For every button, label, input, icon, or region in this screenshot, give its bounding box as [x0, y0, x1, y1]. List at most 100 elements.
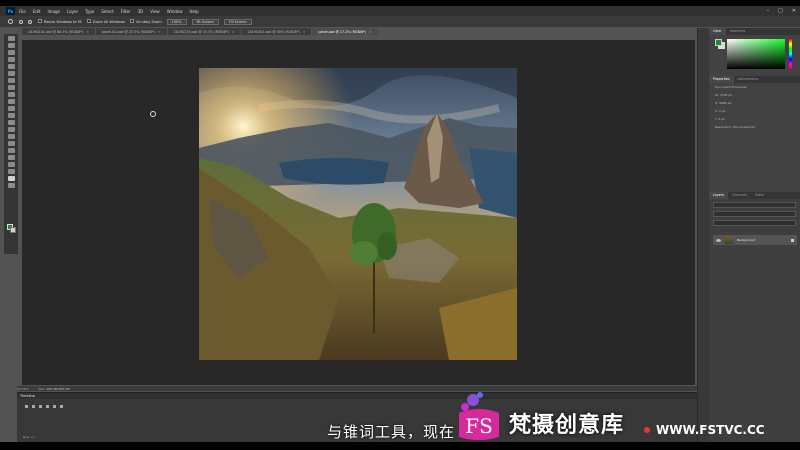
menu-help[interactable]: Help: [189, 9, 198, 14]
panel-dock-strip: [697, 28, 709, 442]
path-select-icon[interactable]: [7, 155, 15, 160]
background-color-swatch[interactable]: [10, 227, 16, 233]
photoshop-window: Ps File Edit Image Layer Type Select Fil…: [0, 0, 800, 450]
maximize-button[interactable]: □: [778, 8, 783, 14]
tab-properties[interactable]: Properties: [709, 76, 734, 83]
menu-3d[interactable]: 3D: [138, 9, 144, 14]
menu-select[interactable]: Select: [101, 9, 113, 14]
hand-tool-icon[interactable]: [7, 169, 15, 174]
shape-tool-icon[interactable]: [7, 162, 15, 167]
close-tab-icon[interactable]: ×: [303, 30, 306, 34]
layer-background[interactable]: Background: [713, 235, 797, 245]
close-tab-icon[interactable]: ×: [86, 30, 89, 34]
watermark-brand-text: 梵摄创意库: [509, 413, 625, 438]
audio-icon[interactable]: [53, 405, 56, 408]
props-y[interactable]: Y: 0 px: [709, 115, 800, 123]
props-title: Document Properties: [715, 85, 747, 89]
play-icon[interactable]: [39, 405, 42, 408]
fill-screen-button[interactable]: Fill Screen: [223, 18, 252, 25]
blur-tool-icon[interactable]: [7, 127, 15, 132]
history-brush-icon[interactable]: [7, 106, 15, 111]
lock-options[interactable]: [713, 220, 796, 226]
settings-icon[interactable]: [60, 405, 63, 408]
tab-document-1[interactable]: 20190101.psd @ 66.7% (RGB/8*) ×: [22, 28, 95, 35]
tab-adjustments[interactable]: Adjustments: [734, 76, 763, 83]
tab-channels[interactable]: Channels: [728, 192, 751, 199]
lock-icon: [791, 238, 794, 242]
first-frame-icon[interactable]: [25, 405, 28, 408]
watermark-url-text: WWW.FSTVC.CC: [656, 423, 765, 437]
frame-tool-icon[interactable]: [7, 71, 15, 76]
marquee-tool-icon[interactable]: [7, 43, 15, 48]
eraser-tool-icon[interactable]: [7, 113, 15, 118]
timeline-footer: ⊞ ⊟ ◁ ▷: [23, 435, 36, 439]
brush-tool-icon[interactable]: [7, 92, 15, 97]
tab-swatches[interactable]: Swatches: [726, 28, 750, 35]
clone-stamp-icon[interactable]: [7, 99, 15, 104]
resize-windows-option[interactable]: Resize Windows to Fit: [38, 19, 82, 24]
dodge-tool-icon[interactable]: [7, 134, 15, 139]
menu-file[interactable]: File: [19, 9, 26, 14]
timeline-title: Timeline: [17, 393, 697, 399]
edit-toolbar-icon[interactable]: [7, 183, 15, 188]
zoom-all-windows-option[interactable]: Zoom All Windows: [86, 19, 125, 24]
close-button[interactable]: ✕: [792, 8, 796, 14]
zoom-readout[interactable]: 17.21%: [17, 387, 28, 391]
props-width[interactable]: W: 7500 px: [709, 91, 800, 99]
menu-window[interactable]: Window: [167, 9, 183, 14]
app-logo: Ps: [6, 7, 15, 15]
color-field[interactable]: [727, 39, 785, 69]
zoom-out-icon[interactable]: [28, 19, 32, 24]
close-tab-icon[interactable]: ×: [232, 30, 235, 34]
layers-panel: Layers Channels Paths Background: [709, 192, 800, 442]
tab-document-4[interactable]: 20190301.psd @ 50% (RGB/8*) ×: [241, 28, 312, 35]
menu-image[interactable]: Image: [47, 9, 60, 14]
zoom-tool-icon[interactable]: [8, 19, 13, 24]
eye-icon[interactable]: [716, 238, 721, 242]
type-tool-icon[interactable]: [7, 148, 15, 153]
blend-mode-select[interactable]: [713, 211, 796, 217]
props-height[interactable]: H: 6880 px: [709, 99, 800, 107]
scrubby-zoom-option[interactable]: Scrubby Zoom: [130, 19, 162, 24]
watermark-dot-icon: [644, 427, 650, 433]
watermark-logo-icon: FS: [459, 392, 499, 440]
menu-bar: Ps File Edit Image Layer Type Select Fil…: [0, 6, 800, 16]
menu-edit[interactable]: Edit: [33, 9, 41, 14]
gradient-tool-icon[interactable]: [7, 120, 15, 125]
close-tab-icon[interactable]: ×: [158, 30, 161, 34]
zoom-value-field[interactable]: 100%: [166, 18, 187, 25]
menu-type[interactable]: Type: [85, 9, 94, 14]
minimize-button[interactable]: –: [767, 8, 770, 14]
hue-slider[interactable]: [789, 39, 792, 69]
tab-color[interactable]: Color: [709, 28, 726, 35]
tab-document-active[interactable]: panel.psd @ 17.2% (RGB/8*) ×: [312, 28, 378, 35]
menu-view[interactable]: View: [150, 9, 160, 14]
quick-select-tool-icon[interactable]: [7, 57, 15, 62]
fit-screen-button[interactable]: Fit Screen: [191, 18, 219, 25]
tab-document-3[interactable]: 20190215.psd @ 33.3% (RGB/8*) ×: [167, 28, 241, 35]
close-tab-icon[interactable]: ×: [369, 30, 372, 34]
crop-tool-icon[interactable]: [7, 64, 15, 69]
zoom-tool-icon[interactable]: [7, 176, 15, 181]
props-x[interactable]: X: 0 px: [709, 107, 800, 115]
tab-document-2[interactable]: panel-01.psd @ 25.5% (RGB/8*) ×: [95, 28, 167, 35]
tab-paths[interactable]: Paths: [751, 192, 768, 199]
move-tool-icon[interactable]: [7, 36, 15, 41]
next-frame-icon[interactable]: [46, 405, 49, 408]
lasso-tool-icon[interactable]: [7, 50, 15, 55]
window-controls: – □ ✕: [767, 6, 796, 16]
foreground-color-chip[interactable]: [715, 39, 722, 46]
tab-layers[interactable]: Layers: [709, 192, 728, 199]
menu-layer[interactable]: Layer: [67, 9, 78, 14]
document-tabs: 20190101.psd @ 66.7% (RGB/8*) × panel-01.…: [22, 28, 379, 35]
eyedropper-tool-icon[interactable]: [7, 78, 15, 83]
props-resolution: Resolution: 300 pixels/inch: [715, 125, 756, 129]
healing-brush-icon[interactable]: [7, 85, 15, 90]
right-panels: Color Swatches Properties Adjustments Do…: [709, 28, 800, 442]
layer-filter-bar[interactable]: [713, 202, 796, 208]
zoom-in-icon[interactable]: [19, 19, 23, 24]
prev-frame-icon[interactable]: [32, 405, 35, 408]
pen-tool-icon[interactable]: [7, 141, 15, 146]
landscape-photo[interactable]: [199, 68, 517, 360]
menu-filter[interactable]: Filter: [121, 9, 131, 14]
